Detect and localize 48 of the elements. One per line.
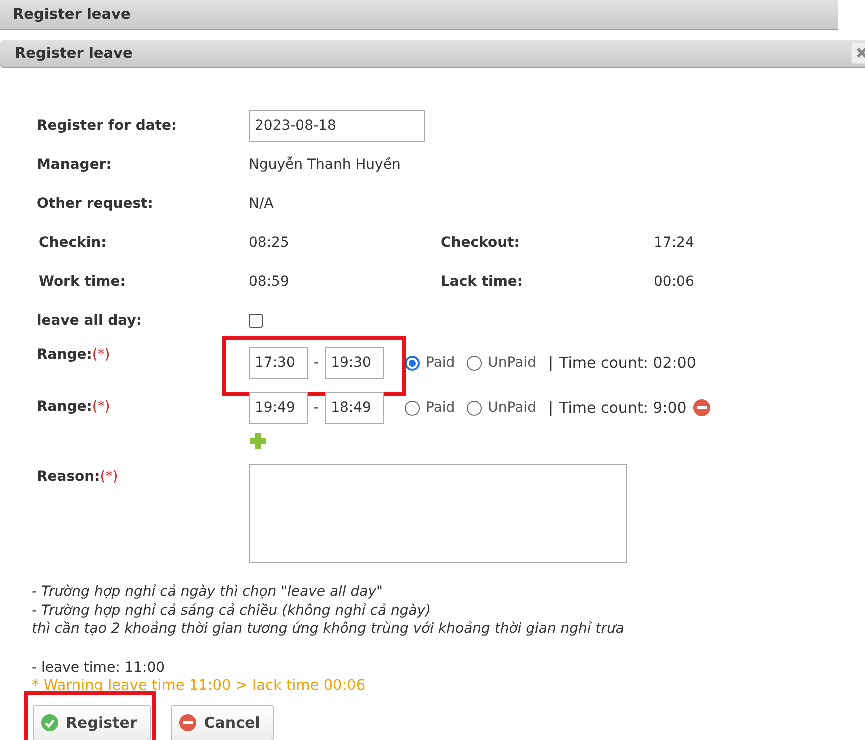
time-field[interactable]: 19:30 xyxy=(325,347,384,379)
field-value: Nguyễn Thanh Huyền xyxy=(249,156,401,172)
checkbox[interactable] xyxy=(249,314,263,328)
radio-label: Paid xyxy=(426,355,456,371)
radio-label: UnPaid xyxy=(488,355,536,371)
field-label: Checkin: xyxy=(38,234,108,250)
divider-text: | xyxy=(548,399,554,417)
field-label: Checkout: xyxy=(441,234,520,250)
time-count: Time count: 02:00 xyxy=(560,354,696,372)
remove-icon[interactable] xyxy=(692,399,711,417)
cancel-button[interactable]: Cancel xyxy=(171,704,274,740)
radio-button[interactable] xyxy=(467,356,482,370)
page-title: Register leave xyxy=(13,6,131,22)
field-label: Register for date: xyxy=(37,118,178,134)
field-label: Other request: xyxy=(37,196,154,212)
field-label: Range:(*) xyxy=(37,347,110,363)
check-icon xyxy=(41,714,59,732)
minus-icon xyxy=(179,714,198,732)
dialog-title: Register leave xyxy=(15,46,133,62)
field-label: Work time: xyxy=(38,274,127,290)
field-label: Manager: xyxy=(37,156,113,172)
time-field[interactable]: 17:30 xyxy=(249,347,308,379)
field-label: Range:(*) xyxy=(37,399,110,415)
time-count: Time count: 9:00 xyxy=(560,399,687,417)
field-label: leave all day: xyxy=(37,312,143,328)
radio-button[interactable] xyxy=(467,400,482,416)
divider-text: | xyxy=(548,354,554,372)
register-button[interactable]: Register xyxy=(33,704,152,740)
time-field[interactable]: 18:49 xyxy=(325,392,384,424)
range-separator: - xyxy=(314,355,320,371)
warning-text: * Warning leave time 11:00 > lack time 00:06 xyxy=(32,676,367,694)
radio-label: Paid xyxy=(426,400,456,416)
field-label: Lack time: xyxy=(441,274,524,290)
field-label: Reason:(*) xyxy=(37,469,118,485)
note-text: - Trường hợp nghỉ cả ngày thì chọn "leave all day" - Trường hợp nghỉ cả sáng cả chiều (không nghỉ cả ngày) thì cần tạo 2 khoảng thời gian tương ứng không trùng với khoảng thời gian nghỉ trưa xyxy=(32,583,626,638)
date-field[interactable]: 2023-08-18 xyxy=(249,110,425,142)
radio-button[interactable] xyxy=(405,356,420,370)
field-value: 17:24 xyxy=(654,234,694,250)
radio-button[interactable] xyxy=(405,400,420,416)
range-separator: - xyxy=(314,400,320,416)
field-value: 08:59 xyxy=(249,274,290,290)
reason-field[interactable] xyxy=(249,464,627,563)
time-field[interactable]: 19:49 xyxy=(249,392,308,424)
field-value: N/A xyxy=(249,196,274,212)
radio-label: UnPaid xyxy=(488,400,536,416)
field-value: 08:25 xyxy=(249,234,290,250)
field-value: 00:06 xyxy=(654,274,694,290)
leave-time: - leave time: 11:00 xyxy=(32,658,166,676)
